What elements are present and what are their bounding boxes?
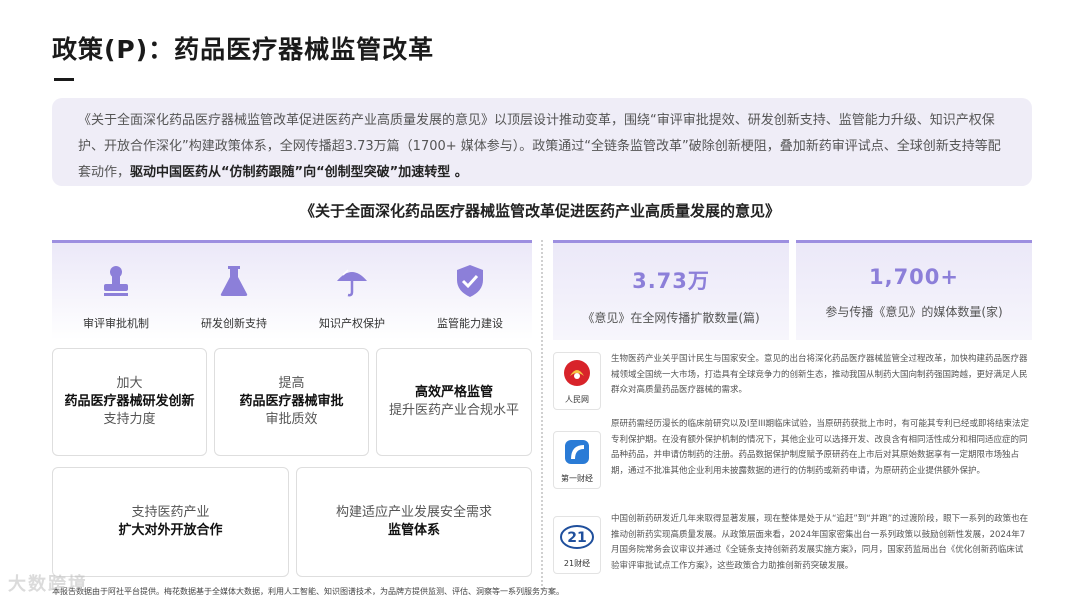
feature-panel: 审评审批机制 研发创新支持 知识产权保护 监管能力建设	[52, 240, 532, 340]
umbrella-icon	[334, 263, 370, 299]
card-line2: 药品医疗器械研发创新	[64, 394, 195, 409]
news-item-yicai: 第一财经 原研药需经历漫长的临床前研究以及I至III期临床试验，当原研药获批上市…	[553, 417, 1033, 511]
news-item-people-daily: 人民网 生物医药产业关乎国计民生与国家安全。意见的出台将深化药品医疗器械监管全过…	[553, 352, 1033, 414]
feature-ip-protection: 知识产权保护	[292, 263, 412, 331]
svg-text:21: 21	[567, 530, 586, 546]
policy-card: 支持医药产业 扩大对外开放合作	[52, 467, 289, 577]
card-line2: 扩大对外开放合作	[118, 523, 223, 538]
news-source: 第一财经	[561, 474, 593, 483]
card-line1: 加大	[116, 376, 143, 391]
card-line1: 支持医药产业	[131, 505, 210, 520]
news-source: 21财经	[563, 559, 591, 568]
card-line2: 高效严格监管	[414, 385, 493, 400]
people-daily-logo: 人民网	[553, 352, 601, 410]
policy-card: 加大 药品医疗器械研发创新 支持力度	[52, 348, 207, 456]
card-line3: 支持力度	[103, 412, 156, 427]
feature-regulatory-capacity: 监管能力建设	[410, 263, 530, 331]
card-line1: 构建适应产业发展安全需求	[335, 505, 492, 520]
feature-review-approval: 审评审批机制	[56, 263, 176, 331]
document-title: 《关于全面深化药品医疗器械监管改革促进医药产业高质量发展的意见》	[299, 202, 780, 220]
news-item-21-finance: 21 21财经 中国创新药研发近几年来取得显著发展，现在整体是处于从“追赶”到“…	[553, 512, 1033, 578]
summary-text: 《关于全面深化药品医疗器械监管改革促进医药产业高质量发展的意见》以顶层设计推动变…	[78, 108, 1006, 186]
stamp-icon	[98, 263, 134, 299]
21-finance-logo: 21 21财经	[553, 516, 601, 574]
feature-label: 审评审批机制	[83, 317, 149, 330]
summary-highlight: 驱动中国医药从“仿制药跟随”向“创制型突破”加速转型	[130, 165, 451, 180]
page-title: 政策(P)：药品医疗器械监管改革	[52, 35, 435, 64]
stat-value: 1,700+	[868, 265, 960, 289]
card-line3: 审批质效	[265, 412, 318, 427]
flask-icon	[216, 263, 252, 299]
stat-value: 3.73万	[632, 269, 710, 293]
news-source: 人民网	[565, 395, 589, 404]
feature-label: 监管能力建设	[437, 317, 503, 330]
stat-media: 1,700+ 参与传播《意见》的媒体数量(家)	[796, 240, 1032, 340]
summary-end: 。	[450, 165, 468, 180]
news-text: 生物医药产业关乎国计民生与国家安全。意见的出台将深化药品医疗器械监管全过程改革，…	[611, 354, 1028, 395]
stat-articles: 3.73万 《意见》在全网传播扩散数量(篇)	[553, 240, 789, 340]
stat-caption: 参与传播《意见》的媒体数量(家)	[825, 305, 1003, 319]
card-line1: 提高	[278, 376, 305, 391]
policy-card: 提高 药品医疗器械审批 审批质效	[214, 348, 369, 456]
summary-box: 《关于全面深化药品医疗器械监管改革促进医药产业高质量发展的意见》以顶层设计推动变…	[52, 98, 1032, 186]
policy-card: 高效严格监管 提升医药产业合规水平	[376, 348, 532, 456]
feature-label: 研发创新支持	[201, 317, 267, 330]
feature-label: 知识产权保护	[319, 317, 385, 330]
column-divider	[541, 240, 543, 590]
news-text: 原研药需经历漫长的临床前研究以及I至III期临床试验，当原研药获批上市时，有可能…	[611, 419, 1030, 476]
policy-card: 构建适应产业发展安全需求 监管体系	[296, 467, 532, 577]
card-line3: 提升医药产业合规水平	[388, 403, 519, 418]
news-text: 中国创新药研发近几年来取得显著发展，现在整体是处于从“追赶”到“并跑”的过渡阶段…	[611, 514, 1029, 571]
card-line2: 监管体系	[387, 523, 440, 538]
stat-caption: 《意见》在全网传播扩散数量(篇)	[582, 311, 760, 325]
footnote: 本报告数据由于阿社平台提供。梅花数据基于全媒体大数据，利用人工智能、知识图谱技术…	[52, 587, 564, 596]
title-underline	[54, 78, 74, 81]
watermark: 大数跨境	[8, 574, 88, 595]
shield-check-icon	[452, 263, 488, 299]
yicai-logo: 第一财经	[553, 431, 601, 489]
card-line2: 药品医疗器械审批	[239, 394, 344, 409]
feature-rd-support: 研发创新支持	[174, 263, 294, 331]
